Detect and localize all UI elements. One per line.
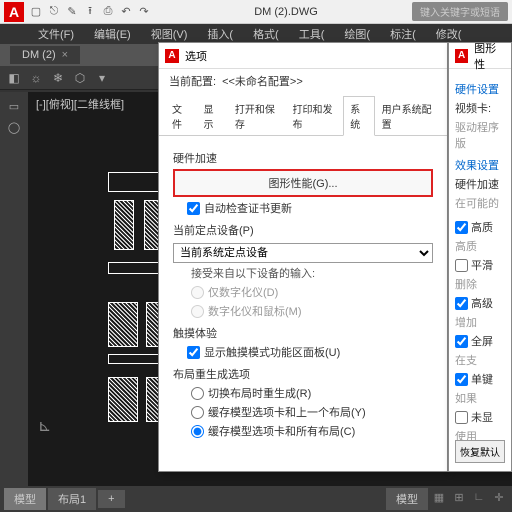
options-dialog: A 选项 当前配置: <<未命名配置>> 文件 显示 打开和保存 打印和发布 系…	[158, 42, 448, 472]
window-title: DM (2).DWG	[160, 6, 412, 18]
graphics-perf-button[interactable]: 图形性能(G)...	[173, 169, 433, 197]
menu-file[interactable]: 文件(F)	[30, 24, 82, 44]
quick-access-toolbar: ▢ ⎋ ✎ ⭱ ⎙ ↶ ↷	[28, 4, 152, 20]
hw-accel-row: 硬件加速	[455, 176, 505, 192]
dialog-logo: A	[165, 49, 179, 63]
menu-edit[interactable]: 编辑(E)	[86, 24, 139, 44]
menu-draw[interactable]: 绘图(	[336, 24, 378, 44]
tab-plot[interactable]: 打印和发布	[286, 96, 344, 136]
menu-view[interactable]: 视图(V)	[143, 24, 196, 44]
hw-setup-label: 硬件设置	[455, 81, 505, 97]
cache-all-radio[interactable]: 缓存模型选项卡和所有布局(C)	[191, 423, 433, 439]
profile-label: 当前配置:	[169, 73, 216, 89]
hw-accel-label: 硬件加速	[173, 150, 433, 166]
undo-icon[interactable]: ↶	[118, 4, 134, 20]
doc-tab-label: DM (2)	[22, 49, 56, 61]
auto-check-checkbox[interactable]	[187, 202, 200, 215]
layout-regen-label: 布局重生成选项	[173, 366, 433, 382]
viewport-controls[interactable]: [-][俯视][二维线框]	[36, 96, 124, 112]
close-icon[interactable]: ×	[62, 49, 68, 61]
opt-full[interactable]: 全屏	[455, 333, 505, 349]
graphics-dialog: A 图形性 硬件设置 视频卡: 驱动程序版 效果设置 硬件加速 在可能的 常 帮…	[448, 42, 512, 472]
touch-checkbox[interactable]	[187, 346, 200, 359]
save-icon[interactable]: ✎	[64, 4, 80, 20]
polar-icon[interactable]: ✛	[490, 488, 508, 506]
menu-tools[interactable]: 工具(	[291, 24, 333, 44]
tool-icon[interactable]: ◯	[0, 117, 28, 138]
layout-tabs: 模型 布局1 + 模型 ▦ ⊞ ∟ ✛	[0, 486, 512, 512]
regen-switch-radio[interactable]: 切换布局时重生成(R)	[191, 385, 433, 401]
tab-opensave[interactable]: 打开和保存	[228, 96, 286, 136]
dialog-title: 选项	[185, 48, 207, 64]
print-icon[interactable]: ⎙	[100, 4, 116, 20]
tab-user[interactable]: 用户系统配置	[375, 96, 441, 136]
opt-adv[interactable]: 高级	[455, 295, 505, 311]
titlebar: A ▢ ⎋ ✎ ⭱ ⎙ ↶ ↷ DM (2).DWG 键入关键字或短语	[0, 0, 512, 24]
tab-files[interactable]: 文件	[165, 96, 196, 136]
digitizer-mouse-radio: 数字化仪和鼠标(M)	[191, 303, 433, 319]
pointing-device-select[interactable]: 当前系统定点设备	[173, 243, 433, 263]
touch-panel-check[interactable]: 显示触摸模式功能区面板(U)	[187, 344, 433, 360]
search-box[interactable]: 键入关键字或短语	[412, 2, 508, 21]
app-logo: A	[4, 2, 24, 22]
left-toolbar: ▭ ◯	[0, 92, 28, 486]
dialog-titlebar: A 选项	[159, 43, 447, 69]
auto-check-cert[interactable]: 自动检查证书更新	[187, 200, 433, 216]
effects-label: 效果设置	[455, 157, 505, 173]
graphics-titlebar: A 图形性	[449, 43, 511, 69]
options-tabs: 文件 显示 打开和保存 打印和发布 系统 用户系统配置	[159, 95, 447, 136]
opt-smooth[interactable]: 平滑	[455, 257, 505, 273]
layer-icon[interactable]: ◧	[4, 68, 24, 88]
accept-input-label: 接受来自以下设备的输入:	[191, 265, 433, 281]
model-button[interactable]: 模型	[386, 488, 428, 510]
profile-row: 当前配置: <<未命名配置>>	[159, 69, 447, 93]
digitizer-only-radio: 仅数字化仪(D)	[191, 284, 433, 300]
graphics-body: 硬件设置 视频卡: 驱动程序版 效果设置 硬件加速 在可能的 常 帮 信 安 高…	[449, 69, 511, 453]
snap-icon[interactable]: ⊞	[450, 488, 468, 506]
ortho-icon[interactable]: ∟	[470, 488, 488, 506]
cache-last-radio[interactable]: 缓存模型选项卡和上一个布局(Y)	[191, 404, 433, 420]
restore-defaults-button[interactable]: 恢复默认	[455, 440, 505, 463]
status-bar: 模型 ▦ ⊞ ∟ ✛	[386, 488, 508, 510]
menu-dim[interactable]: 标注(	[382, 24, 424, 44]
model-tab[interactable]: 模型	[4, 488, 46, 510]
doc-tab[interactable]: DM (2) ×	[10, 46, 80, 64]
tab-display[interactable]: 显示	[196, 96, 227, 136]
light-icon[interactable]: ☼	[26, 68, 46, 88]
opt-single[interactable]: 单键	[455, 371, 505, 387]
video-row: 视频卡:	[455, 100, 505, 116]
more-icon[interactable]: ▾	[92, 68, 112, 88]
opt-hq[interactable]: 高质	[455, 219, 505, 235]
open-icon[interactable]: ⎋	[46, 4, 62, 20]
menu-modify[interactable]: 修改(	[428, 24, 470, 44]
save-as-icon[interactable]: ⭱	[82, 4, 98, 20]
dialog-logo: A	[455, 49, 468, 63]
lock-icon[interactable]: ⬡	[70, 68, 90, 88]
graphics-title: 图形性	[474, 42, 505, 72]
opt-unshown[interactable]: 未显	[455, 409, 505, 425]
add-layout-icon[interactable]: +	[98, 490, 124, 508]
freeze-icon[interactable]: ❄	[48, 68, 68, 88]
new-icon[interactable]: ▢	[28, 4, 44, 20]
pointing-label: 当前定点设备(P)	[173, 222, 433, 238]
touch-label: 触摸体验	[173, 325, 433, 341]
redo-icon[interactable]: ↷	[136, 4, 152, 20]
menubar: 文件(F) 编辑(E) 视图(V) 插入( 格式( 工具( 绘图( 标注( 修改…	[0, 24, 512, 44]
ucs-icon[interactable]: ⊾	[38, 416, 51, 436]
layout-tab[interactable]: 布局1	[48, 488, 96, 510]
tab-system[interactable]: 系统	[343, 96, 374, 136]
menu-format[interactable]: 格式(	[245, 24, 287, 44]
driver-row: 驱动程序版	[455, 119, 505, 151]
grid-icon[interactable]: ▦	[430, 488, 448, 506]
profile-value: <<未命名配置>>	[222, 73, 303, 89]
menu-insert[interactable]: 插入(	[199, 24, 241, 44]
tool-icon[interactable]: ▭	[0, 96, 28, 117]
options-body: 硬件加速 图形性能(G)... 自动检查证书更新 当前定点设备(P) 当前系统定…	[159, 136, 447, 450]
